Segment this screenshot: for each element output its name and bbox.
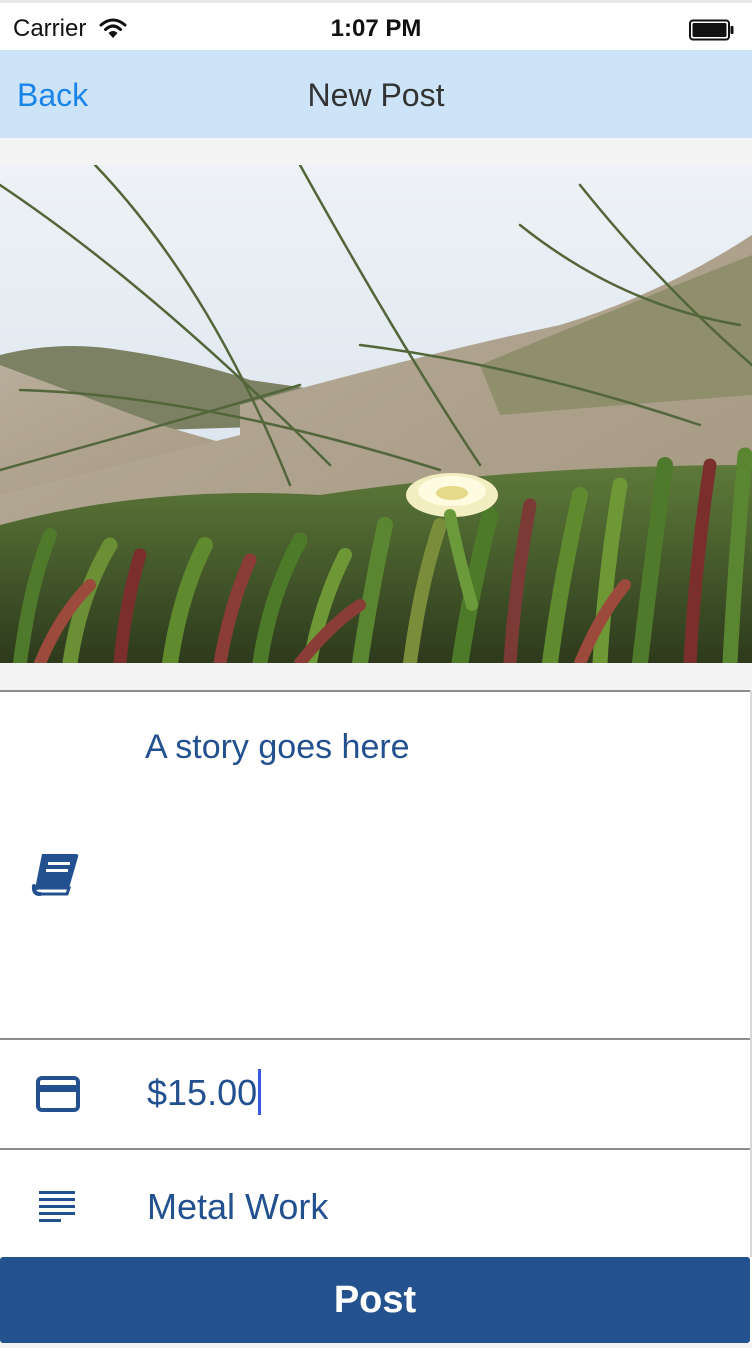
price-row[interactable]: $15.00	[0, 1040, 750, 1148]
text-lines-icon	[39, 1191, 75, 1222]
book-icon	[31, 854, 79, 896]
battery-full-icon	[689, 19, 734, 41]
category-field[interactable]: Metal Work	[147, 1186, 328, 1228]
photo-container	[0, 138, 752, 690]
story-text-field[interactable]: A story goes here	[145, 728, 410, 767]
category-row[interactable]: Metal Work	[0, 1150, 750, 1257]
credit-card-icon	[36, 1076, 80, 1112]
bottom-strip	[0, 1343, 752, 1348]
status-bar-top-line	[0, 0, 752, 3]
post-button[interactable]: Post	[0, 1257, 750, 1343]
price-input[interactable]: $15.00	[147, 1069, 262, 1116]
story-row[interactable]: A story goes here	[0, 692, 750, 1038]
navigation-bar: Back New Post	[0, 50, 752, 138]
price-value: $15.00	[147, 1072, 258, 1113]
status-time: 1:07 PM	[330, 15, 422, 42]
post-photo[interactable]	[0, 165, 752, 663]
text-cursor	[258, 1069, 262, 1116]
status-bar: Carrier 1:07 PM	[0, 0, 752, 50]
page-title: New Post	[307, 77, 445, 113]
